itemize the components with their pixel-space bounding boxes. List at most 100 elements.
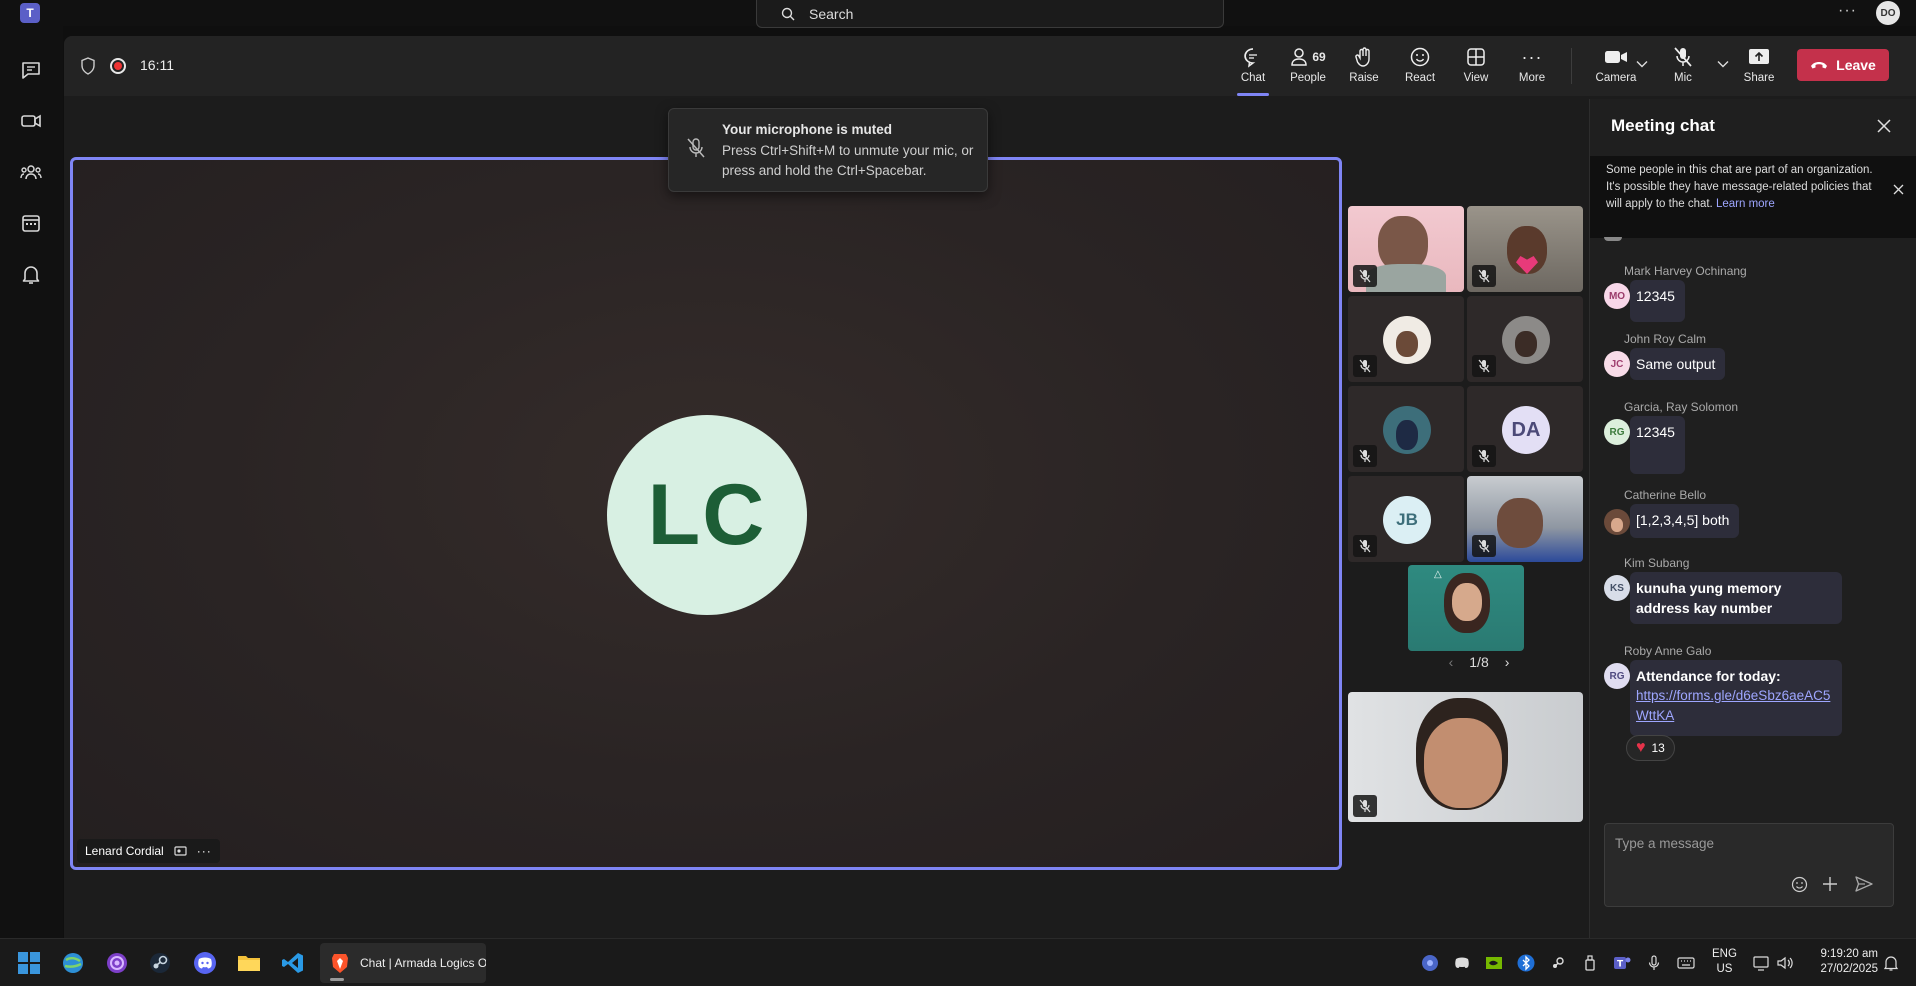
share-button[interactable]: Share bbox=[1732, 46, 1786, 84]
keyboard-tray-icon[interactable] bbox=[1677, 954, 1695, 972]
active-window-title: Chat | Armada Logics O bbox=[360, 956, 486, 970]
chat-icon[interactable] bbox=[19, 58, 43, 82]
page-indicator: 1/8 bbox=[1469, 654, 1489, 670]
participant-initials-avatar: JB bbox=[1383, 496, 1431, 544]
clock-date: 27/02/2025 bbox=[1820, 963, 1878, 975]
microphone-tray-icon[interactable] bbox=[1645, 954, 1663, 972]
nvidia-tray-icon[interactable] bbox=[1485, 954, 1503, 972]
chat-button[interactable]: Chat bbox=[1226, 46, 1280, 96]
shield-icon[interactable] bbox=[80, 57, 96, 75]
grid-view-icon bbox=[1449, 46, 1503, 68]
browser-icon[interactable] bbox=[61, 951, 85, 975]
input-language[interactable]: ENG US bbox=[1712, 947, 1737, 977]
participant-tile[interactable]: DA bbox=[1467, 386, 1583, 472]
camera-button[interactable]: Camera bbox=[1589, 46, 1643, 84]
participant-tile[interactable] bbox=[1348, 296, 1464, 382]
app-tray-icon[interactable] bbox=[1421, 954, 1439, 972]
message-link[interactable]: https://forms.gle/d6eSbz6aeAC5WttKA bbox=[1636, 686, 1832, 726]
participant-video-tile[interactable] bbox=[1467, 476, 1583, 562]
raise-hand-button[interactable]: Raise bbox=[1337, 46, 1391, 84]
windows-taskbar: Chat | Armada Logics O T ENG US 9:19:20 … bbox=[0, 938, 1916, 986]
send-icon[interactable] bbox=[1855, 876, 1873, 892]
volume-tray-icon[interactable] bbox=[1776, 954, 1794, 972]
taskbar-active-window[interactable]: Chat | Armada Logics O bbox=[320, 943, 486, 983]
calendar-icon[interactable] bbox=[19, 211, 43, 235]
mic-off-icon bbox=[1472, 265, 1496, 287]
notification-body: Press Ctrl+Shift+M to unmute your mic, o… bbox=[722, 143, 974, 178]
reaction-pill[interactable]: ♥ 13 bbox=[1626, 735, 1675, 761]
message-sender: John Roy Calm bbox=[1624, 332, 1707, 346]
learn-more-link[interactable]: Learn more bbox=[1716, 198, 1775, 210]
participant-video-tile[interactable] bbox=[1348, 206, 1464, 292]
participant-tile[interactable] bbox=[1348, 386, 1464, 472]
display-tray-icon[interactable] bbox=[1753, 954, 1771, 972]
participant-name-tag: Lenard Cordial ··· bbox=[77, 839, 220, 863]
running-indicator bbox=[330, 978, 344, 981]
discord-icon[interactable] bbox=[193, 951, 217, 975]
notifications-icon[interactable] bbox=[19, 262, 43, 286]
mic-off-icon bbox=[686, 137, 706, 159]
react-button[interactable]: React bbox=[1393, 46, 1447, 84]
message-bubble: 12345 bbox=[1630, 280, 1685, 322]
steam-icon[interactable] bbox=[148, 951, 172, 975]
start-icon[interactable] bbox=[17, 951, 41, 975]
message-sender: Kim Subang bbox=[1624, 556, 1690, 570]
participant-video-tile[interactable]: △ bbox=[1408, 565, 1524, 651]
message-sender: Catherine Bello bbox=[1624, 488, 1707, 502]
app-rail bbox=[0, 26, 63, 938]
message-bubble: Same output bbox=[1630, 348, 1726, 380]
message-input[interactable]: Type a message bbox=[1615, 836, 1714, 851]
participant-video-tile[interactable] bbox=[1467, 206, 1583, 292]
chat-icon bbox=[1226, 46, 1280, 68]
add-attachment-icon[interactable] bbox=[1822, 876, 1838, 892]
steam-tray-icon[interactable] bbox=[1549, 954, 1567, 972]
share-label: Share bbox=[1743, 72, 1775, 84]
language-code: ENG bbox=[1712, 948, 1737, 960]
teams-icon[interactable] bbox=[19, 160, 43, 184]
teams-tray-icon[interactable]: T bbox=[1613, 954, 1631, 972]
mic-button[interactable]: Mic bbox=[1656, 46, 1710, 84]
message-compose-box[interactable]: Type a message bbox=[1604, 823, 1894, 907]
self-video-tile[interactable] bbox=[1348, 692, 1583, 822]
system-clock[interactable]: 9:19:20 am 27/02/2025 bbox=[1800, 947, 1878, 977]
camera-label: Camera bbox=[1595, 72, 1637, 84]
emoji-icon[interactable] bbox=[1791, 876, 1808, 893]
participant-tile[interactable] bbox=[1467, 296, 1583, 382]
next-page-icon[interactable]: › bbox=[1505, 654, 1510, 670]
search-placeholder: Search bbox=[809, 5, 854, 22]
tor-browser-icon[interactable] bbox=[105, 951, 129, 975]
main-video-stage[interactable]: LC Lenard Cordial ··· bbox=[70, 157, 1342, 870]
usb-device-tray-icon[interactable] bbox=[1581, 954, 1599, 972]
previous-page-icon[interactable]: ‹ bbox=[1449, 654, 1454, 670]
notification-bell-icon[interactable] bbox=[1882, 954, 1900, 972]
close-chat-icon[interactable] bbox=[1877, 119, 1891, 133]
bluetooth-tray-icon[interactable] bbox=[1517, 954, 1535, 972]
meeting-toolbar: 16:11 Chat 69 People Raise React View ··… bbox=[64, 36, 1916, 96]
vscode-icon[interactable] bbox=[281, 951, 305, 975]
file-explorer-icon[interactable] bbox=[237, 951, 261, 975]
mic-off-icon bbox=[1472, 445, 1496, 467]
participant-photo-avatar bbox=[1383, 316, 1431, 364]
discord-tray-icon[interactable] bbox=[1453, 954, 1471, 972]
background-logo-icon: △ bbox=[1434, 569, 1442, 580]
mic-off-icon bbox=[1353, 355, 1377, 377]
mic-off-icon bbox=[1353, 265, 1377, 287]
people-button[interactable]: 69 People bbox=[1281, 46, 1335, 84]
account-avatar[interactable]: DO bbox=[1876, 1, 1900, 25]
leave-button[interactable]: Leave bbox=[1797, 49, 1889, 81]
participant-tile[interactable]: JB bbox=[1348, 476, 1464, 562]
more-options-icon[interactable]: ··· bbox=[1838, 2, 1857, 20]
participant-more-icon[interactable]: ··· bbox=[197, 844, 212, 858]
meet-icon[interactable] bbox=[19, 109, 43, 133]
camera-options-chevron-icon[interactable] bbox=[1636, 60, 1648, 68]
teams-logo-icon: T bbox=[20, 3, 40, 23]
mic-label: Mic bbox=[1674, 72, 1692, 84]
search-icon bbox=[781, 7, 795, 21]
mic-off-icon bbox=[1472, 355, 1496, 377]
dismiss-notice-icon[interactable] bbox=[1893, 184, 1904, 195]
search-box[interactable]: Search bbox=[756, 0, 1224, 28]
more-button[interactable]: ··· More bbox=[1505, 46, 1559, 85]
mic-options-chevron-icon[interactable] bbox=[1717, 60, 1729, 68]
view-button[interactable]: View bbox=[1449, 46, 1503, 84]
react-label: React bbox=[1404, 72, 1436, 84]
